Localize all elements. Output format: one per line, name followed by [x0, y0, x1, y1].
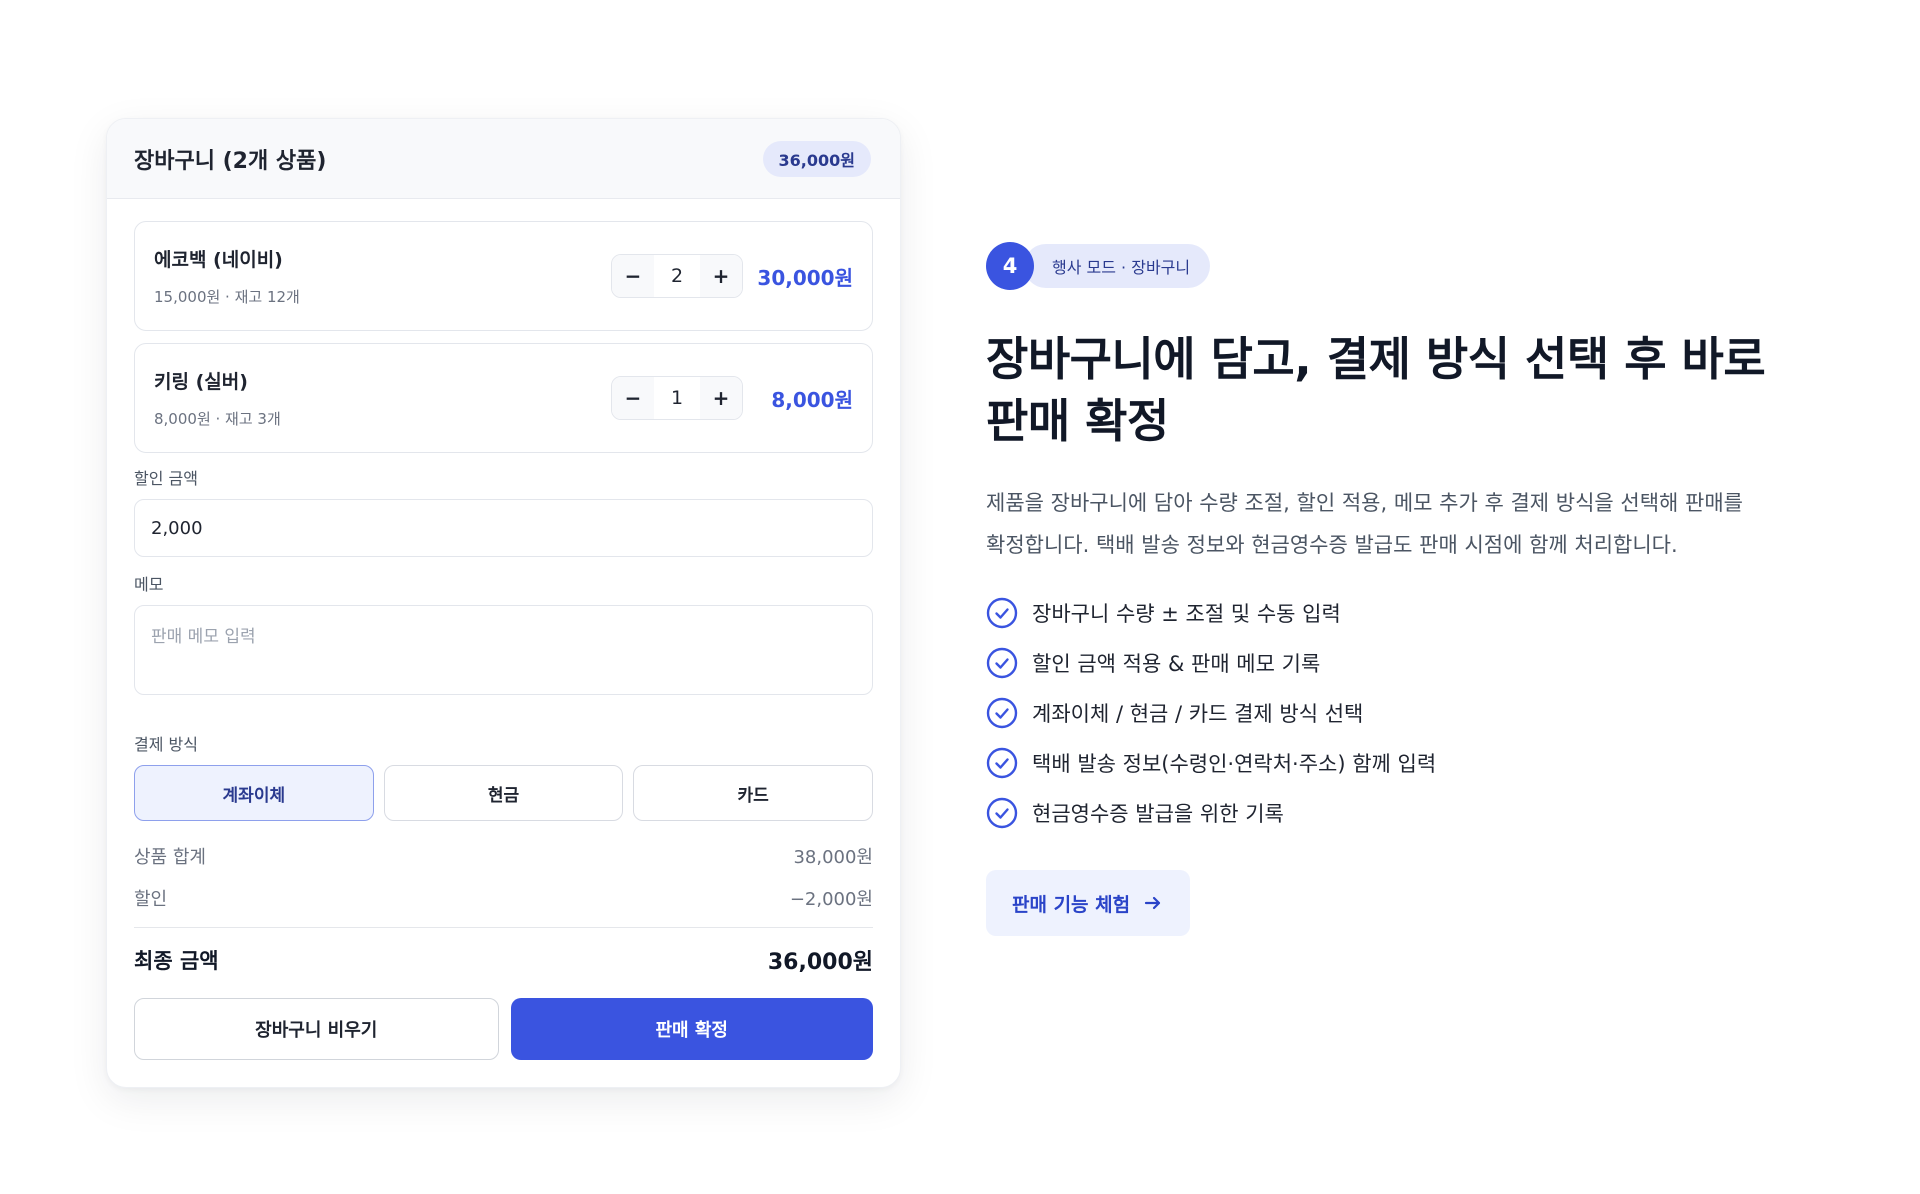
check-circle-icon: [986, 647, 1018, 679]
memo-input[interactable]: [134, 605, 873, 695]
cart-item-name: 키링 (실버): [154, 371, 248, 393]
feature-text: 할인 금액 적용 & 판매 메모 기록: [1032, 652, 1321, 676]
check-circle-icon: [986, 797, 1018, 829]
decrease-quantity-button[interactable]: −: [612, 255, 654, 297]
quantity-value[interactable]: 1: [654, 377, 700, 419]
cart-item: 에코백 (네이비) 15,000원 · 재고 12개 − 2 + 30,000원: [134, 221, 873, 331]
feature-text: 택배 발송 정보(수령인·연락처·주소) 함께 입력: [1032, 752, 1437, 776]
cart-header: 장바구니 (2개 상품) 36,000원: [107, 119, 900, 199]
payment-option-card[interactable]: 카드: [633, 765, 874, 821]
cta-label: 판매 기능 체험: [1012, 893, 1131, 916]
feature-list-item: 장바구니 수량 ± 조절 및 수동 입력: [986, 588, 1846, 638]
discount-label: 할인 금액: [134, 469, 198, 488]
feature-text: 현금영수증 발급을 위한 기록: [1032, 802, 1284, 826]
discount-row: 할인 −2,000원: [134, 885, 873, 911]
feature-list-item: 택배 발송 정보(수령인·연락처·주소) 함께 입력: [986, 738, 1846, 788]
cart-title: 장바구니 (2개 상품): [134, 148, 327, 174]
feature-text: 계좌이체 / 현금 / 카드 결제 방식 선택: [1032, 702, 1364, 726]
quantity-stepper: − 1 +: [611, 376, 743, 420]
summary-divider: [134, 927, 873, 928]
cart-item: 키링 (실버) 8,000원 · 재고 3개 − 1 + 8,000원: [134, 343, 873, 453]
cart-total-badge: 36,000원: [762, 140, 871, 177]
cart-item-meta: 15,000원 · 재고 12개: [154, 288, 300, 306]
arrow-right-icon: [1145, 896, 1161, 910]
feature-list-item: 할인 금액 적용 & 판매 메모 기록: [986, 638, 1846, 688]
quantity-stepper: − 2 +: [611, 254, 743, 298]
check-circle-icon: [986, 697, 1018, 729]
decrease-quantity-button[interactable]: −: [612, 377, 654, 419]
payment-method-label: 결제 방식: [134, 735, 198, 754]
feature-text: 장바구니 수량 ± 조절 및 수동 입력: [1032, 602, 1341, 626]
cart-actions: 장바구니 비우기 판매 확정: [134, 998, 873, 1060]
feature-list-item: 계좌이체 / 현금 / 카드 결제 방식 선택: [986, 688, 1846, 738]
increase-quantity-button[interactable]: +: [700, 255, 742, 297]
discount-input[interactable]: [134, 499, 873, 557]
cart-item-info: 에코백 (네이비) 15,000원 · 재고 12개: [154, 245, 611, 307]
confirm-sale-button[interactable]: 판매 확정: [510, 998, 873, 1060]
feature-description-text: 제품을 장바구니에 담아 수량 조절, 할인 적용, 메모 추가 후 결제 방식…: [986, 491, 1744, 557]
step-number-badge: 4: [986, 242, 1034, 290]
subtotal-row: 상품 합계 38,000원: [134, 843, 873, 869]
cart-item-meta: 8,000원 · 재고 3개: [154, 410, 281, 428]
step-label-chip: 행사 모드 · 장바구니: [1024, 244, 1211, 288]
step-tag: 4 행사 모드 · 장바구니: [986, 242, 1846, 290]
check-circle-icon: [986, 597, 1018, 629]
feature-list-item: 현금영수증 발급을 위한 기록: [986, 788, 1846, 838]
final-total-label: 최종 금액: [134, 949, 219, 973]
increase-quantity-button[interactable]: +: [700, 377, 742, 419]
cart-item-name: 에코백 (네이비): [154, 249, 283, 271]
subtotal-label: 상품 합계: [134, 847, 206, 868]
feature-headline: 장바구니에 담고, 결제 방식 선택 후 바로 판매 확정: [986, 332, 1766, 448]
feature-list: 장바구니 수량 ± 조절 및 수동 입력 할인 금액 적용 & 판매 메모 기록…: [986, 588, 1846, 838]
check-circle-icon: [986, 747, 1018, 779]
try-sales-feature-button[interactable]: 판매 기능 체험: [986, 870, 1191, 936]
payment-method-group: 계좌이체 현금 카드: [134, 765, 874, 821]
payment-option-cash[interactable]: 현금: [383, 765, 624, 821]
memo-label: 메모: [134, 575, 164, 594]
payment-option-bank-transfer[interactable]: 계좌이체: [134, 765, 374, 821]
quantity-value[interactable]: 2: [654, 255, 700, 297]
cart-item-price: 8,000원: [771, 387, 853, 412]
feature-description: 4 행사 모드 · 장바구니 장바구니에 담고, 결제 방식 선택 후 바로 판…: [986, 242, 1846, 936]
final-total-row: 최종 금액 36,000원: [134, 944, 873, 976]
discount-summary-value: −2,000원: [789, 889, 873, 910]
subtotal-value: 38,000원: [793, 847, 873, 868]
cart-item-info: 키링 (실버) 8,000원 · 재고 3개: [154, 367, 611, 429]
discount-summary-label: 할인: [134, 889, 168, 910]
final-total-value: 36,000원: [767, 950, 873, 975]
cart-body: 에코백 (네이비) 15,000원 · 재고 12개 − 2 + 30,000원…: [107, 199, 900, 1060]
cart-item-price: 30,000원: [757, 265, 853, 290]
clear-cart-button[interactable]: 장바구니 비우기: [134, 998, 499, 1060]
cart-panel: 장바구니 (2개 상품) 36,000원 에코백 (네이비) 15,000원 ·…: [106, 118, 901, 1088]
